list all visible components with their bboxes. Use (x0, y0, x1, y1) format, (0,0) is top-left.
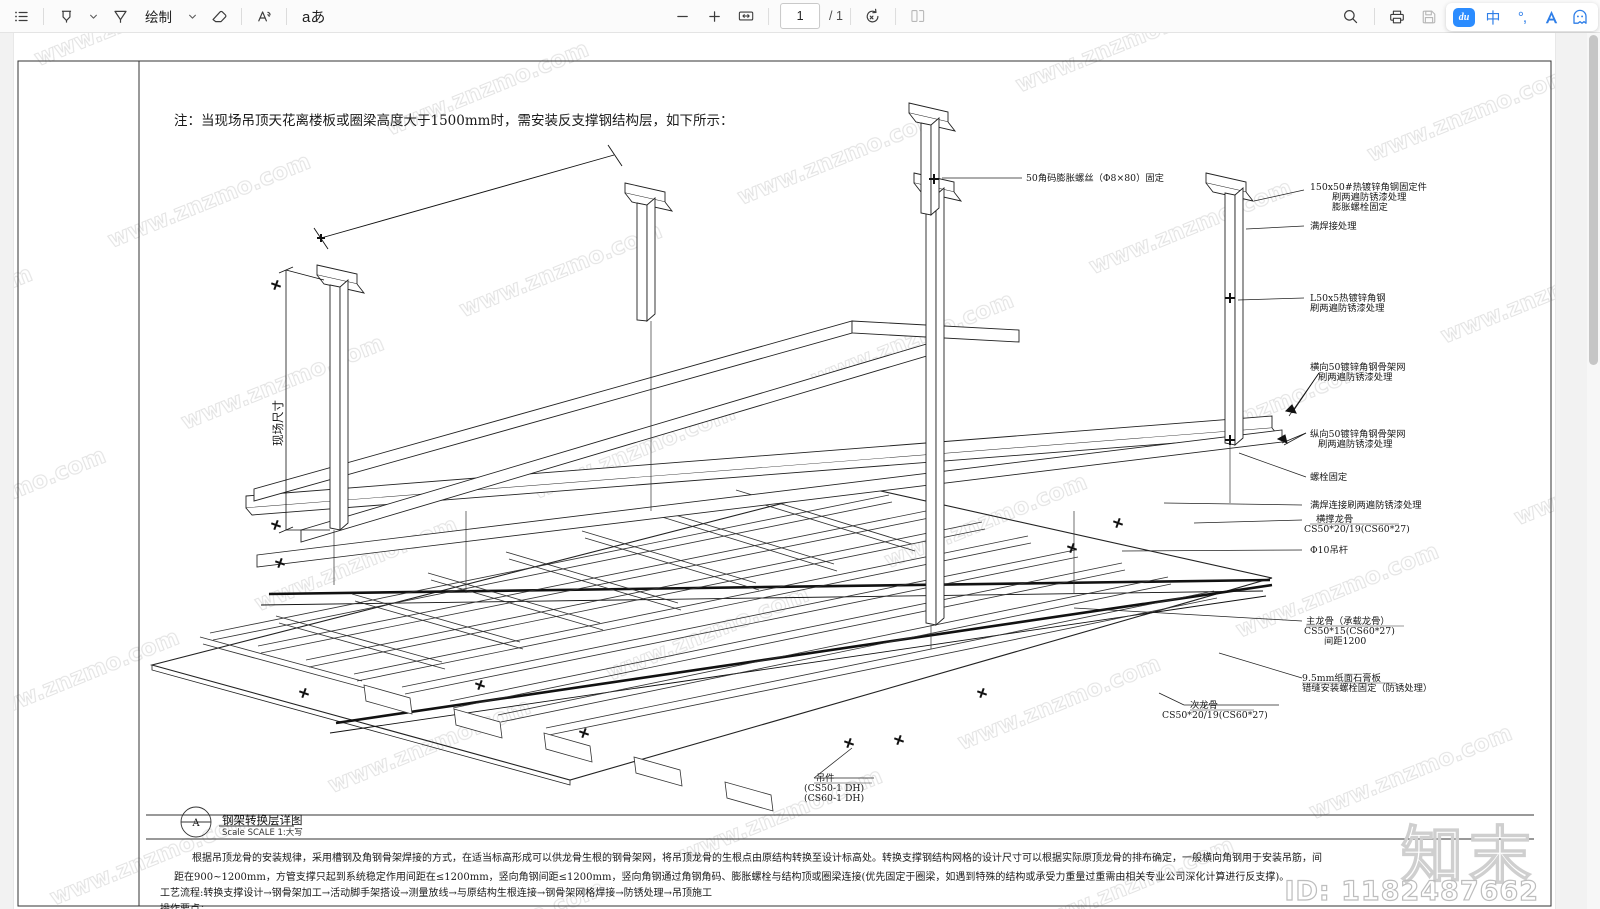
title-block-marker: A (191, 818, 200, 829)
annotation-a12: 螺栓固定 (1310, 471, 1347, 483)
toolbar-divider-6 (894, 7, 896, 25)
toolbar-divider-5 (849, 7, 851, 25)
notes-line-2: 距在900~1200mm，方管支撑只起到系统稳定作用间距在≤1200mm，竖向角… (174, 870, 1289, 883)
pdf-viewer-area[interactable]: www.znzmo.com 注：当现场吊顶天花离楼板或圈梁高度大于1500mm时… (0, 33, 1600, 909)
toolbar-divider (43, 7, 44, 25)
rotate-icon[interactable] (858, 4, 888, 29)
eraser-icon[interactable] (204, 4, 234, 29)
annotation-a21: 错缝安装螺栓固定（防锈处理） (1302, 682, 1432, 694)
dual-page-icon[interactable] (903, 4, 933, 29)
ime-punctuation-mode[interactable]: °, (1509, 5, 1535, 29)
fit-width-icon[interactable] (731, 4, 761, 29)
note-text: 注：当现场吊顶天花离楼板或圈梁高度大于1500mm时，需安装反支撑钢结构层，如下… (174, 112, 733, 129)
highlighter-dropdown-icon[interactable] (83, 4, 103, 29)
ime-logo-text: du (1453, 7, 1475, 27)
highlighter-icon[interactable] (51, 4, 81, 29)
vertical-scrollbar[interactable] (1587, 33, 1600, 909)
page-total-label: / 1 (829, 9, 843, 23)
search-icon[interactable] (1335, 4, 1365, 29)
page-number-input[interactable]: 1 (780, 3, 821, 29)
notes-line-4: 操作要点： (160, 902, 210, 909)
title-block-scale: Scale SCALE 1:大写 (222, 827, 303, 838)
annotation-a15: CS50*20/19(CS60*27) (1304, 524, 1410, 535)
outline-list-icon[interactable] (6, 4, 36, 29)
annotation-a11: 刷两遍防锈漆处理 (1318, 438, 1392, 450)
toolbar-divider-3 (286, 7, 287, 25)
annotation-a7: 刷两遍防锈漆处理 (1310, 302, 1384, 314)
annotation-a16: Φ10吊杆 (1310, 544, 1348, 556)
toolbar-left-group: 绘制 aあ (0, 4, 333, 29)
annotation-a23: CS50*20/19(CS60*27) (1162, 710, 1268, 721)
print-icon[interactable] (1382, 4, 1412, 29)
top-toolbar: 绘制 aあ 1 / 1 du 中 °, (0, 0, 1600, 33)
ime-punctuation-label: °, (1517, 8, 1527, 26)
annotation-a4: 膨胀螺栓固定 (1332, 201, 1388, 213)
ime-language-mode[interactable]: 中 (1480, 5, 1506, 29)
draw-dropdown-icon[interactable] (182, 4, 202, 29)
pdf-page: www.znzmo.com 注：当现场吊顶天花离楼板或圈梁高度大于1500mm时… (14, 33, 1555, 909)
cad-drawing: www.znzmo.com 注：当现场吊顶天花离楼板或圈梁高度大于1500mm时… (14, 33, 1555, 909)
toolbar-divider-4 (768, 7, 770, 25)
ime-toolbox-ghost-icon[interactable] (1567, 5, 1593, 29)
scrollbar-thumb[interactable] (1589, 35, 1598, 365)
pen-icon[interactable] (105, 4, 135, 29)
annotation-a9: 刷两遍防锈漆处理 (1318, 371, 1392, 383)
notes-line-3: 工艺流程:转换支撑设计→钢骨架加工→活动脚手架搭设→测量放线→与原结构生根连接→… (160, 886, 712, 899)
annotation-a1: 50角码膨胀螺丝（Φ8×80）固定 (1026, 172, 1164, 184)
font-size-button[interactable]: aあ (294, 4, 333, 29)
vertical-dimension-label: 现场尺寸 (271, 400, 285, 446)
zoom-in-button[interactable] (699, 4, 729, 29)
toolbar-divider-7 (1374, 8, 1375, 25)
draw-label: 绘制 (145, 10, 172, 25)
zoom-out-button[interactable] (667, 4, 697, 29)
draw-button[interactable]: 绘制 (137, 4, 180, 29)
toolbar-center-group: 1 / 1 (667, 3, 933, 29)
baidu-ime-logo-icon[interactable]: du (1451, 5, 1477, 29)
notes-line-1: 根据吊顶龙骨的安装规律，采用槽钢及角钢骨架焊接的方式，在适当标高形成可以供龙骨生… (192, 851, 1322, 864)
ime-mode-label: 中 (1485, 8, 1501, 27)
save-icon[interactable] (1414, 4, 1444, 29)
text-style-icon[interactable] (249, 4, 279, 29)
ime-input-method-icon[interactable] (1538, 5, 1564, 29)
font-size-label: aあ (302, 8, 326, 26)
annotation-a19: 间距1200 (1324, 635, 1366, 647)
annotation-a5: 满焊接处理 (1310, 220, 1357, 232)
title-block-title: 钢架转换层详图 (222, 813, 303, 827)
annotation-a13: 满焊连接刷两遍防锈漆处理 (1310, 499, 1422, 511)
annotation-a26: (CS60-1 DH) (804, 793, 864, 804)
ime-toolbar: du 中 °, (1446, 3, 1598, 31)
toolbar-divider-2 (241, 7, 242, 25)
